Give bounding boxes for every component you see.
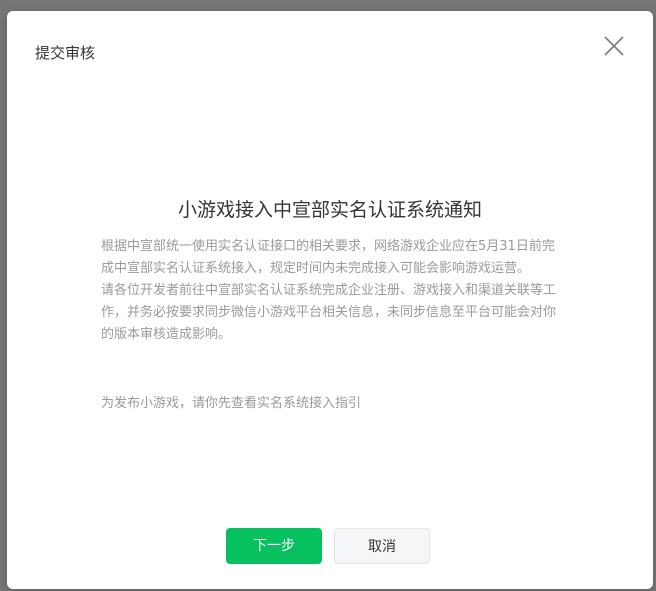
next-step-button[interactable]: 下一步 [226, 528, 322, 564]
notice-paragraph: 请各位开发者前往中宣部实名认证系统完成企业注册、游戏接入和渠道关联等工作，并务必… [101, 283, 557, 342]
cancel-button[interactable]: 取消 [334, 528, 430, 564]
dialog-title: 提交审核 [35, 44, 96, 62]
notice-body: 根据中宣部统一使用实名认证接口的相关要求，网络游戏企业应在5月31日前完成中宣部… [101, 236, 556, 346]
submit-review-dialog: 提交审核 小游戏接入中宣部实名认证系统通知 根据中宣部统一使用实名认证接口的相关… [7, 11, 653, 589]
guide-text: 为发布小游戏，请你先查看实名系统接入指引 [101, 396, 362, 411]
close-icon[interactable] [603, 35, 625, 57]
notice-heading: 小游戏接入中宣部实名认证系统通知 [177, 199, 482, 221]
notice-paragraph: 根据中宣部统一使用实名认证接口的相关要求，网络游戏企业应在5月31日前完成中宣部… [101, 239, 555, 276]
